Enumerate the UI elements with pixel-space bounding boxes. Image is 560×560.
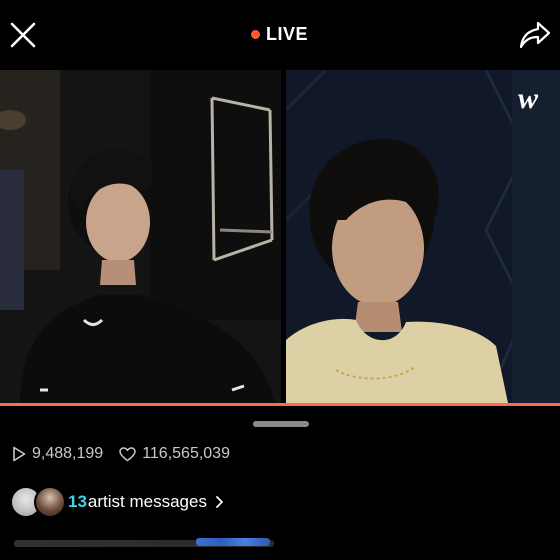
stats-row: 9,488,199 116,565,039: [12, 445, 246, 463]
top-bar: LIVE: [0, 0, 560, 70]
video-pane-left: [0, 70, 281, 403]
share-button[interactable]: [518, 19, 552, 51]
views-stat: 9,488,199: [12, 445, 103, 463]
chevron-right-icon: [216, 496, 223, 508]
video-frame-left: [0, 70, 281, 403]
play-icon: [13, 446, 26, 462]
likes-count: 116,565,039: [142, 445, 230, 462]
close-button[interactable]: [8, 20, 38, 50]
chat-peek: [0, 536, 560, 560]
artist-messages-count: 13: [68, 492, 87, 511]
chat-emoji-fragment: [196, 538, 270, 546]
avatar: [34, 486, 66, 518]
close-icon: [10, 22, 36, 48]
views-count: 9,488,199: [32, 445, 104, 462]
artist-avatars: [10, 486, 66, 518]
progress-bar: [0, 403, 560, 406]
artist-messages-label: artist messages: [87, 492, 207, 511]
live-indicator: LIVE: [251, 24, 308, 45]
heart-icon: [119, 446, 136, 461]
video-frame-right: w: [286, 70, 560, 403]
video-pane-right: w: [286, 70, 560, 403]
live-dot: [251, 30, 260, 39]
share-icon: [519, 21, 551, 49]
artist-messages-link[interactable]: 13 artist messages: [10, 486, 224, 518]
likes-stat: 116,565,039: [119, 445, 230, 463]
weverse-watermark: w: [518, 82, 539, 115]
live-video-area[interactable]: w: [0, 70, 560, 403]
drag-handle[interactable]: [253, 421, 309, 427]
live-label: LIVE: [266, 24, 309, 44]
